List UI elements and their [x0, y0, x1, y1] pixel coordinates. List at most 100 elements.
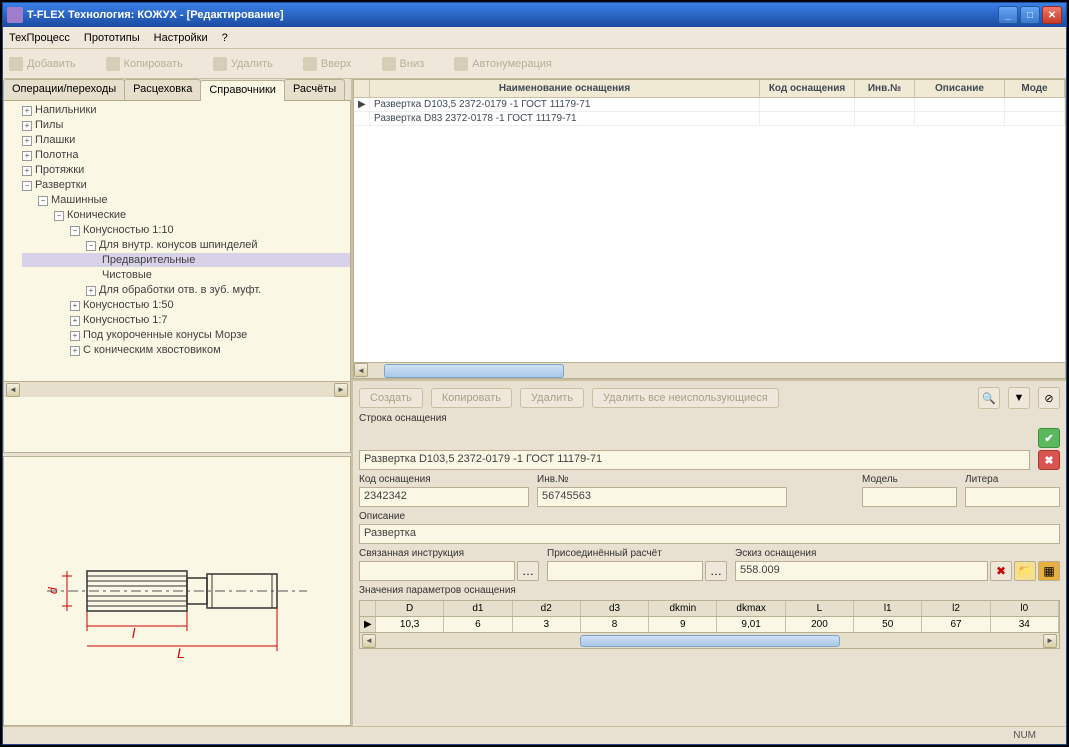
delete-button[interactable]: Удалить — [520, 388, 584, 408]
equipment-grid[interactable]: Наименование оснащения Код оснащения Инв… — [353, 79, 1066, 379]
search-icon[interactable]: 🔍 — [978, 387, 1000, 409]
instruction-field[interactable] — [359, 561, 515, 581]
app-icon — [7, 7, 23, 23]
tree-node: +С коническим хвостовиком — [22, 343, 350, 357]
browse-instruction-button[interactable]: … — [517, 561, 539, 581]
sketch-field[interactable]: 558.009 — [735, 561, 988, 581]
calc-field[interactable] — [547, 561, 703, 581]
left-tabs: Операции/переходы Расцеховка Справочники… — [3, 79, 351, 101]
scroll-left-icon[interactable]: ◄ — [6, 383, 20, 397]
tree-node: +Протяжки — [22, 163, 350, 177]
left-panel: Операции/переходы Расцеховка Справочники… — [3, 79, 353, 726]
menu-techprocess[interactable]: ТехПроцесс — [9, 32, 70, 44]
tree-node: −Конусностью 1:10 — [22, 223, 350, 237]
params-table[interactable]: Dd1d2 d3dkmindkmax Ll1l2 l0 ▶ 10,363 899… — [359, 600, 1060, 649]
tree-node: +Конусностью 1:7 — [22, 313, 350, 327]
tb-copy[interactable]: Копировать — [106, 57, 183, 71]
tab-calcs[interactable]: Расчёты — [284, 79, 345, 100]
tool-preview: d l L — [3, 456, 351, 726]
filter-icon[interactable]: ▼ — [1008, 387, 1030, 409]
delete-unused-button[interactable]: Удалить все неиспользующиеся — [592, 388, 779, 408]
grid-hscroll[interactable]: ◄ — [354, 362, 1065, 378]
equipment-row-field[interactable]: Развертка D103,5 2372-0179 -1 ГОСТ 11179… — [359, 450, 1030, 470]
toolbar: Добавить Копировать Удалить Вверх Вниз А… — [3, 49, 1066, 79]
detail-panel: Создать Копировать Удалить Удалить все н… — [353, 379, 1066, 726]
reference-tree[interactable]: +Напильники +Пилы +Плашки +Полотна +Прот… — [3, 101, 351, 453]
tab-routing[interactable]: Расцеховка — [124, 79, 201, 100]
autonum-icon — [454, 57, 468, 71]
menubar: ТехПроцесс Прототипы Настройки ? — [3, 27, 1066, 49]
tab-operations[interactable]: Операции/переходы — [3, 79, 125, 100]
menu-help[interactable]: ? — [222, 32, 228, 44]
tree-node: +Для обработки отв. в зуб. муфт. — [22, 283, 350, 297]
minimize-button[interactable]: _ — [998, 6, 1018, 24]
sketch-open-icon[interactable]: 📁 — [1014, 561, 1036, 581]
tree-node: +Плашки — [22, 133, 350, 147]
up-icon — [303, 57, 317, 71]
tb-add[interactable]: Добавить — [9, 57, 76, 71]
status-num: NUM — [1013, 730, 1036, 741]
tree-node: −Машинные — [22, 193, 350, 207]
tree-node: +Конусностью 1:50 — [22, 298, 350, 312]
inv-field[interactable]: 56745563 — [537, 487, 787, 507]
tree-node: +Под укороченные конусы Морзе — [22, 328, 350, 342]
model-field[interactable] — [862, 487, 957, 507]
statusbar: NUM — [3, 726, 1066, 744]
maximize-button[interactable]: □ — [1020, 6, 1040, 24]
table-row[interactable]: Развертка D83 2372-0178 -1 ГОСТ 11179-71 — [354, 112, 1065, 126]
table-row[interactable]: ▶ Развертка D103,5 2372-0179 -1 ГОСТ 111… — [354, 98, 1065, 112]
scroll-right-icon[interactable]: ► — [1043, 634, 1057, 648]
params-hscroll[interactable]: ◄ ► — [360, 632, 1059, 648]
fields-row: Код оснащения 2342342 Инв.№ 56745563 Мод… — [359, 474, 1060, 507]
tree-node-selected[interactable]: Предварительные — [22, 253, 350, 267]
tree-node: −Конические — [22, 208, 350, 222]
svg-text:L: L — [177, 645, 185, 661]
desc-field[interactable]: Развертка — [359, 524, 1060, 544]
scroll-left-icon[interactable]: ◄ — [354, 363, 368, 377]
grid-header: Наименование оснащения Код оснащения Инв… — [354, 80, 1065, 98]
sketch-delete-icon[interactable]: ✖ — [990, 561, 1012, 581]
titlebar: T-FLEX Технология: КОЖУХ - [Редактирован… — [3, 3, 1066, 27]
scroll-thumb[interactable] — [580, 635, 840, 647]
cancel-button[interactable]: ✖ — [1038, 450, 1060, 470]
main-window: T-FLEX Технология: КОЖУХ - [Редактирован… — [2, 2, 1067, 745]
tb-up[interactable]: Вверх — [303, 57, 352, 71]
tree-node: −Для внутр. конусов шпинделей — [22, 238, 350, 252]
menu-prototypes[interactable]: Прототипы — [84, 32, 140, 44]
code-field[interactable]: 2342342 — [359, 487, 529, 507]
filter-clear-icon[interactable]: ⊘ — [1038, 387, 1060, 409]
content-area: Операции/переходы Расцеховка Справочники… — [3, 79, 1066, 726]
scroll-thumb[interactable] — [384, 364, 564, 378]
svg-text:l: l — [132, 625, 136, 641]
delete-icon — [213, 57, 227, 71]
add-icon — [9, 57, 23, 71]
tb-delete[interactable]: Удалить — [213, 57, 273, 71]
label-row: Строка оснащения — [359, 413, 1060, 424]
create-button[interactable]: Создать — [359, 388, 423, 408]
tb-down[interactable]: Вниз — [382, 57, 425, 71]
svg-text:d: d — [46, 587, 60, 594]
tree-node: −Развертки — [22, 178, 350, 192]
scroll-right-icon[interactable]: ► — [334, 383, 348, 397]
close-button[interactable]: ✕ — [1042, 6, 1062, 24]
tb-autonum[interactable]: Автонумерация — [454, 57, 552, 71]
down-icon — [382, 57, 396, 71]
tree-node: Чистовые — [22, 268, 350, 282]
copy-button[interactable]: Копировать — [431, 388, 512, 408]
copy-icon — [106, 57, 120, 71]
tree-hscroll[interactable]: ◄ ► — [4, 381, 350, 397]
reamer-drawing-icon: d l L — [27, 516, 327, 666]
tree-node: +Пилы — [22, 118, 350, 132]
tree-node: +Полотна — [22, 148, 350, 162]
scroll-left-icon[interactable]: ◄ — [362, 634, 376, 648]
sketch-show-icon[interactable]: ▦ — [1038, 561, 1060, 581]
tab-references[interactable]: Справочники — [200, 80, 285, 101]
tree-node: +Напильники — [22, 103, 350, 117]
window-title: T-FLEX Технология: КОЖУХ - [Редактирован… — [27, 9, 998, 21]
litera-field[interactable] — [965, 487, 1060, 507]
params-row[interactable]: ▶ 10,363 899,01 2005067 34 — [360, 617, 1059, 632]
params-header: Dd1d2 d3dkmindkmax Ll1l2 l0 — [360, 601, 1059, 617]
accept-button[interactable]: ✔ — [1038, 428, 1060, 448]
menu-settings[interactable]: Настройки — [154, 32, 208, 44]
browse-calc-button[interactable]: … — [705, 561, 727, 581]
